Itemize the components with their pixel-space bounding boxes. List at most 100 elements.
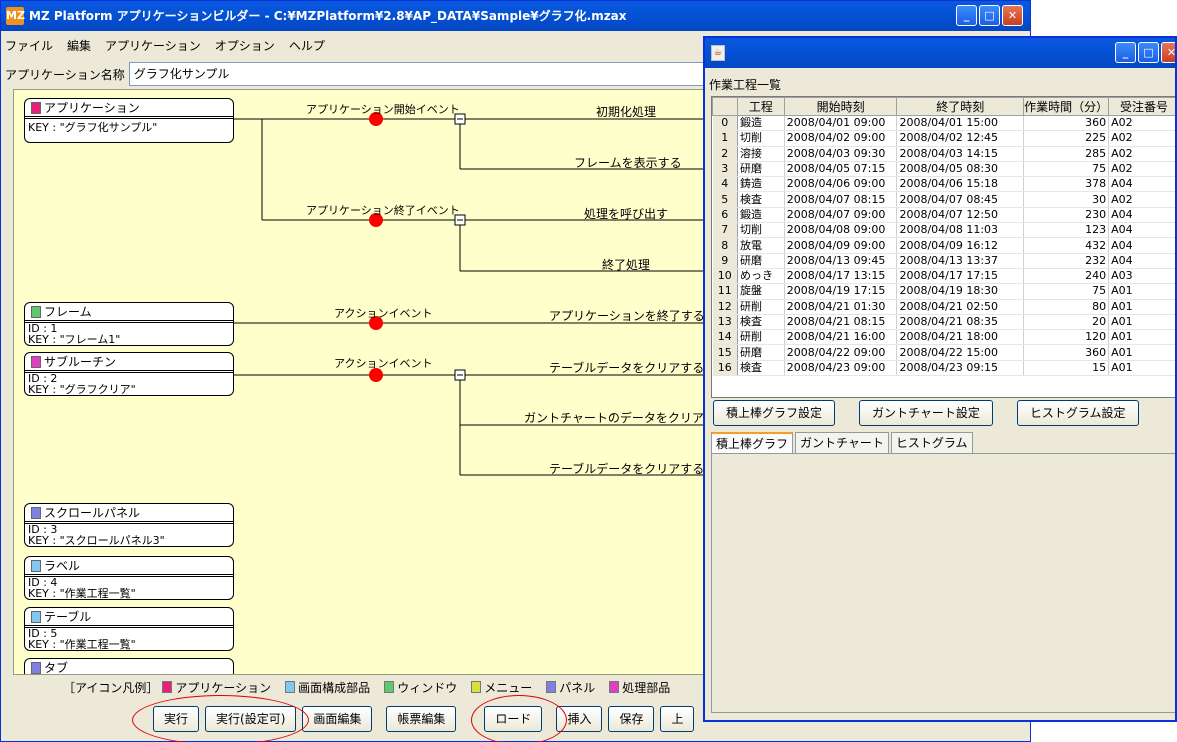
node-subroutine[interactable]: サブルーチン ID : 2 KEY : "グラフクリア" (24, 352, 234, 396)
table-cell[interactable]: 放電 (737, 237, 785, 254)
table-cell[interactable]: 30 (1023, 191, 1110, 208)
table-cell[interactable]: 2008/04/05 08:30 (896, 161, 1025, 178)
table-cell[interactable]: 2008/04/21 02:50 (896, 299, 1025, 315)
table-row[interactable]: 11 旋盤 2008/04/19 17:15 2008/04/19 18:30 75 A0… (712, 283, 1175, 300)
table-cell[interactable]: 研削 (737, 329, 785, 346)
table-row[interactable]: 14 研削 2008/04/21 16:00 2008/04/21 18:00 120 A… (712, 329, 1175, 346)
table-cell[interactable]: 2008/04/06 09:00 (784, 176, 898, 193)
table-cell[interactable]: 2008/04/07 09:00 (784, 207, 898, 224)
table-row[interactable]: 12 研削 2008/04/21 01:30 2008/04/21 02:50 80 A0… (712, 299, 1175, 315)
table-cell[interactable]: 鍛造 (737, 115, 785, 132)
table-header[interactable] (712, 97, 739, 116)
action-label[interactable]: テーブルデータをクリアする (549, 460, 704, 477)
table-cell[interactable]: A04 (1108, 237, 1175, 254)
table-row[interactable]: 0 鍛造 2008/04/01 09:00 2008/04/01 15:00 360 A0… (712, 115, 1175, 132)
table-row[interactable]: 13 検査 2008/04/21 08:15 2008/04/21 08:35 20 A0… (712, 314, 1175, 331)
table-cell[interactable]: 232 (1023, 253, 1110, 269)
menu-help[interactable]: ヘルプ (289, 37, 325, 54)
action-label[interactable]: フレームを表示する (574, 154, 682, 171)
maximize-icon[interactable]: □ (1138, 42, 1159, 63)
table-cell[interactable]: 検査 (737, 360, 785, 377)
minimize-icon[interactable]: _ (956, 5, 977, 26)
table-row[interactable]: 8 放電 2008/04/09 09:00 2008/04/09 16:12 432 A0… (712, 237, 1175, 254)
maximize-icon[interactable]: □ (979, 5, 1000, 26)
table-cell[interactable]: 2008/04/22 15:00 (896, 344, 1025, 361)
node-application[interactable]: アプリケーション KEY : "グラフ化サンプル" (24, 98, 234, 143)
table-cell[interactable]: 12 (712, 299, 739, 315)
table-cell[interactable]: A01 (1108, 299, 1175, 315)
table-cell[interactable]: A04 (1108, 253, 1175, 269)
table-cell[interactable]: 2008/04/05 07:15 (784, 161, 898, 178)
table-cell[interactable]: めっき (737, 268, 785, 285)
table-cell[interactable]: 2008/04/01 09:00 (784, 115, 898, 132)
table-cell[interactable]: 2008/04/09 09:00 (784, 237, 898, 254)
table-cell[interactable]: A01 (1108, 360, 1175, 377)
table-cell[interactable]: 9 (712, 253, 739, 269)
table-cell[interactable]: 2008/04/02 12:45 (896, 130, 1025, 147)
table-cell[interactable]: 2008/04/21 01:30 (784, 299, 898, 315)
table-cell[interactable]: 15 (712, 344, 739, 361)
table-cell[interactable]: 溶接 (737, 146, 785, 162)
table-cell[interactable]: 80 (1023, 299, 1110, 315)
table-cell[interactable]: 2008/04/21 18:00 (896, 329, 1025, 346)
table-cell[interactable]: 7 (712, 222, 739, 239)
work-process-table[interactable]: 工程 開始時刻 終了時刻 作業時間（分） 受注番号 0 鍛造 2008/04/01 … (711, 96, 1175, 398)
table-cell[interactable]: A03 (1108, 268, 1175, 285)
gantt-settings-button[interactable]: ガントチャート設定 (859, 400, 993, 426)
table-cell[interactable]: 鋳造 (737, 176, 785, 193)
save-button[interactable]: 保存 (608, 706, 655, 732)
table-cell[interactable]: A02 (1108, 130, 1175, 147)
table-cell[interactable]: 15 (1023, 360, 1110, 377)
table-cell[interactable]: 研磨 (737, 253, 785, 269)
stacked-bar-settings-button[interactable]: 積上棒グラフ設定 (713, 400, 836, 426)
table-row[interactable]: 10 めっき 2008/04/17 13:15 2008/04/17 17:15 240… (712, 268, 1175, 285)
table-row[interactable]: 6 鍛造 2008/04/07 09:00 2008/04/07 12:50 230 A0… (712, 207, 1175, 224)
table-cell[interactable]: 230 (1023, 207, 1110, 224)
table-row[interactable]: 3 研磨 2008/04/05 07:15 2008/04/05 08:30 75 A02 (712, 161, 1175, 178)
table-cell[interactable]: 14 (712, 329, 739, 346)
report-edit-button[interactable]: 帳票編集 (386, 706, 457, 732)
table-row[interactable]: 7 切削 2008/04/08 09:00 2008/04/08 11:03 123 A0… (712, 222, 1175, 239)
tab-histogram[interactable]: ヒストグラム (890, 432, 973, 454)
table-header[interactable]: 受注番号 (1108, 97, 1175, 116)
table-cell[interactable]: 432 (1023, 237, 1110, 254)
table-cell[interactable]: 16 (712, 360, 739, 377)
table-cell[interactable]: A02 (1108, 115, 1175, 132)
table-cell[interactable]: 2008/04/22 09:00 (784, 344, 898, 361)
table-cell[interactable]: 360 (1023, 115, 1110, 132)
table-cell[interactable]: A01 (1108, 329, 1175, 346)
table-cell[interactable]: A04 (1108, 207, 1175, 224)
table-cell[interactable]: 2008/04/09 16:12 (896, 237, 1025, 254)
table-cell[interactable]: 検査 (737, 314, 785, 331)
table-cell[interactable]: 2008/04/07 08:15 (784, 191, 898, 208)
table-cell[interactable]: 2008/04/08 11:03 (896, 222, 1025, 239)
table-cell[interactable]: 75 (1023, 161, 1110, 178)
menu-application[interactable]: アプリケーション (105, 37, 201, 54)
table-cell[interactable]: 225 (1023, 130, 1110, 147)
close-icon[interactable]: ✕ (1002, 5, 1023, 26)
table-cell[interactable]: 2008/04/08 09:00 (784, 222, 898, 239)
table-cell[interactable]: 2008/04/23 09:00 (784, 360, 898, 377)
table-row[interactable]: 15 研磨 2008/04/22 09:00 2008/04/22 15:00 360 A… (712, 344, 1175, 361)
table-cell[interactable]: 20 (1023, 314, 1110, 331)
table-header[interactable]: 終了時刻 (896, 97, 1025, 116)
table-cell[interactable]: 6 (712, 207, 739, 224)
menu-edit[interactable]: 編集 (67, 37, 91, 54)
table-cell[interactable]: 2008/04/21 08:35 (896, 314, 1025, 331)
table-cell[interactable]: 研削 (737, 299, 785, 315)
table-cell[interactable]: 75 (1023, 283, 1110, 300)
table-cell[interactable]: 2008/04/17 13:15 (784, 268, 898, 285)
table-row[interactable]: 9 研磨 2008/04/13 09:45 2008/04/13 13:37 232 A0… (712, 253, 1175, 269)
table-header[interactable]: 工程 (737, 97, 785, 116)
table-cell[interactable]: 2008/04/19 18:30 (896, 283, 1025, 300)
table-cell[interactable]: A01 (1108, 344, 1175, 361)
table-cell[interactable]: 研磨 (737, 161, 785, 178)
action-label[interactable]: 処理を呼び出す (584, 205, 668, 222)
table-row[interactable]: 2 溶接 2008/04/03 09:30 2008/04/03 14:15 285 A0… (712, 146, 1175, 162)
node-frame[interactable]: フレーム ID : 1 KEY : "フレーム1" (24, 302, 234, 346)
action-label[interactable]: テーブルデータをクリアする (549, 359, 704, 376)
table-cell[interactable]: A01 (1108, 283, 1175, 300)
table-cell[interactable]: 旋盤 (737, 283, 785, 300)
table-cell[interactable]: 378 (1023, 176, 1110, 193)
table-cell[interactable]: 切削 (737, 130, 785, 147)
